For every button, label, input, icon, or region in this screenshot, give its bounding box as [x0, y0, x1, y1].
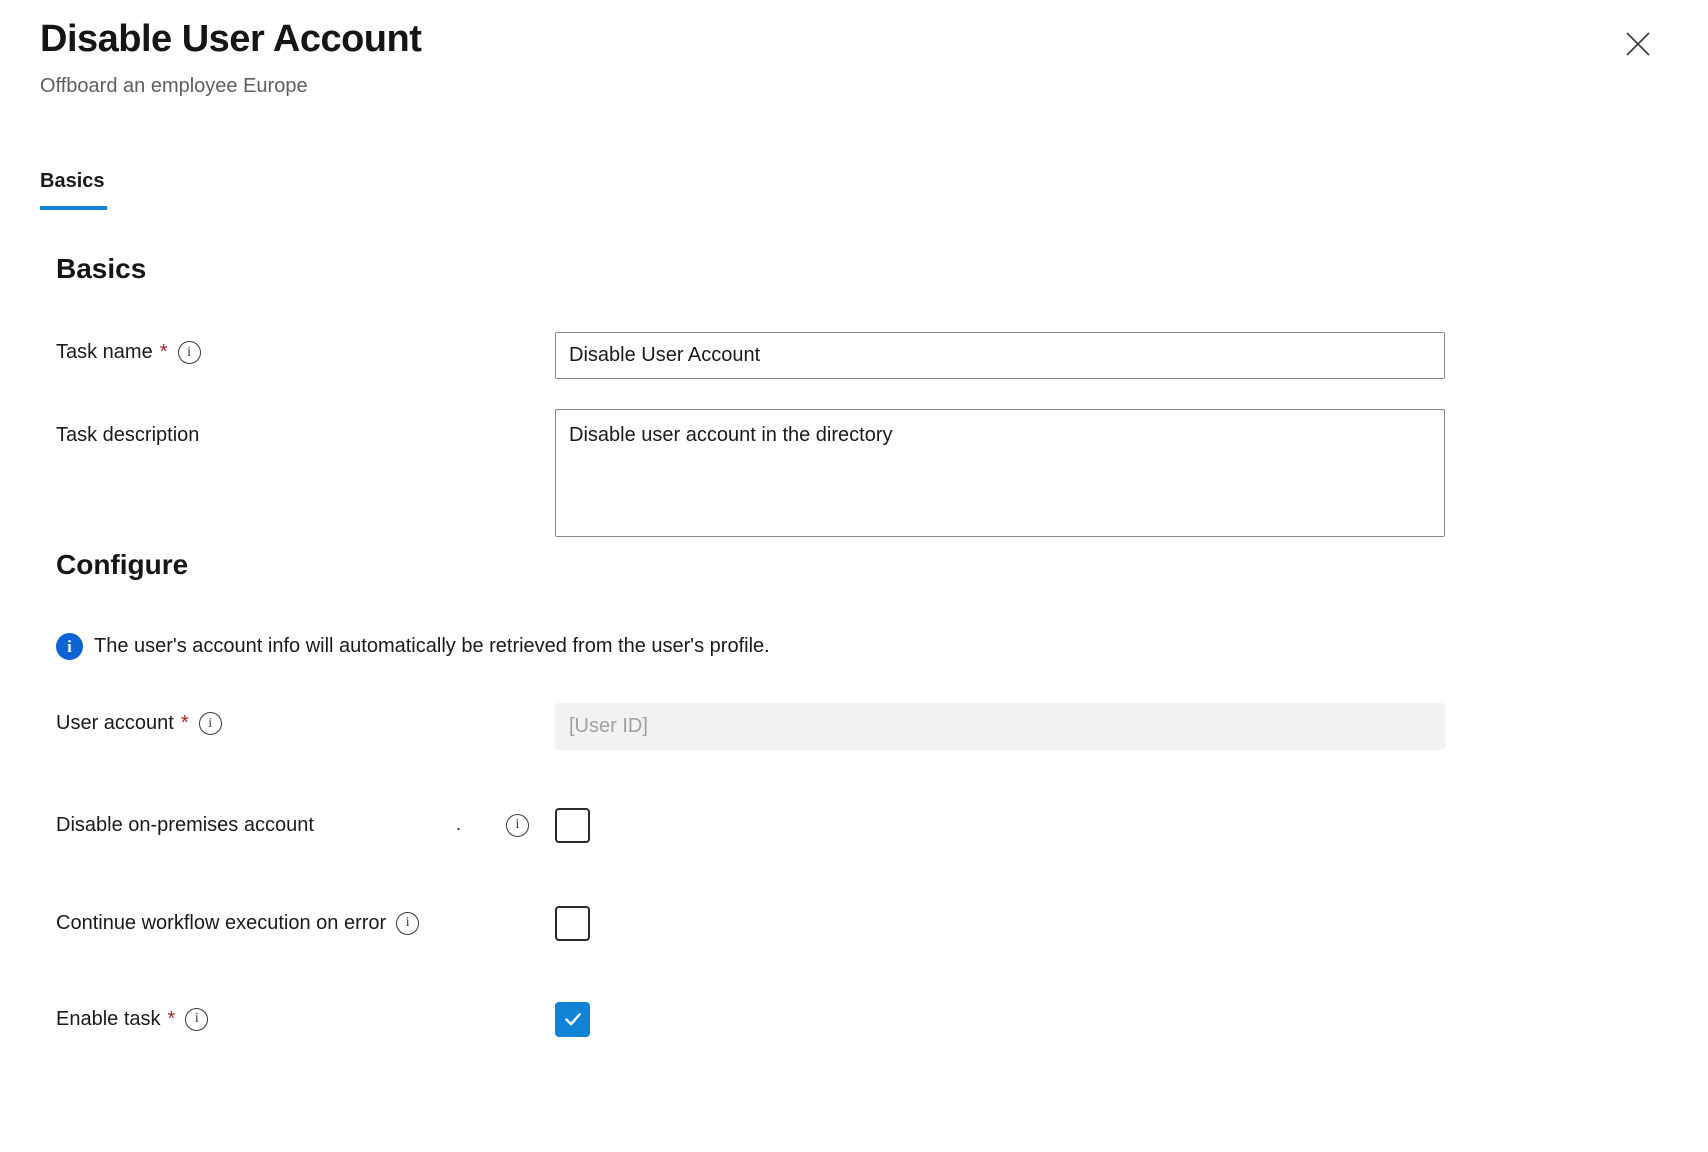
continue-on-error-label: Continue workflow execution on error [56, 912, 386, 935]
enable-task-label: Enable task [56, 1008, 161, 1031]
disable-on-premises-checkbox[interactable] [555, 808, 590, 843]
check-icon [561, 1007, 585, 1031]
info-icon[interactable]: i [396, 912, 419, 935]
info-icon[interactable]: i [199, 712, 222, 735]
user-account-label-text: User account [56, 712, 174, 735]
required-asterisk: * [181, 712, 189, 735]
enable-task-checkbox[interactable] [555, 1002, 590, 1037]
continue-on-error-checkbox[interactable] [555, 906, 590, 941]
info-filled-icon: i [56, 633, 83, 660]
disable-on-premises-label: Disable on-premises account [56, 814, 314, 837]
user-account-label: User account * i [56, 712, 222, 735]
tab-basics[interactable]: Basics [40, 170, 107, 210]
close-button[interactable] [1616, 22, 1660, 66]
required-asterisk: * [160, 341, 168, 364]
task-description-label-text: Task description [56, 424, 199, 447]
disable-on-premises-row: Disable on-premises account . i [56, 806, 816, 844]
configure-section-heading: Configure [56, 548, 188, 582]
required-asterisk: * [168, 1008, 176, 1031]
basics-section-heading: Basics [56, 252, 146, 286]
task-name-input[interactable] [555, 332, 1445, 379]
task-name-label-text: Task name [56, 341, 153, 364]
stray-dot: . [456, 814, 461, 835]
task-description-label: Task description [56, 424, 199, 447]
enable-task-row: Enable task * i [56, 1000, 816, 1038]
info-banner: i The user's account info will automatic… [56, 633, 770, 660]
info-icon[interactable]: i [178, 341, 201, 364]
info-icon[interactable]: i [185, 1008, 208, 1031]
page-title: Disable User Account [40, 18, 421, 61]
info-banner-text: The user's account info will automatical… [94, 635, 770, 658]
page-subtitle: Offboard an employee Europe [40, 75, 308, 98]
info-icon[interactable]: i [506, 814, 529, 837]
task-description-input[interactable]: Disable user account in the directory [555, 409, 1445, 537]
task-name-label: Task name * i [56, 341, 201, 364]
disable-user-account-panel: Disable User Account Offboard an employe… [0, 0, 1708, 1152]
close-icon [1623, 29, 1653, 59]
continue-on-error-row: Continue workflow execution on error i [56, 904, 816, 942]
user-account-input [555, 703, 1445, 750]
